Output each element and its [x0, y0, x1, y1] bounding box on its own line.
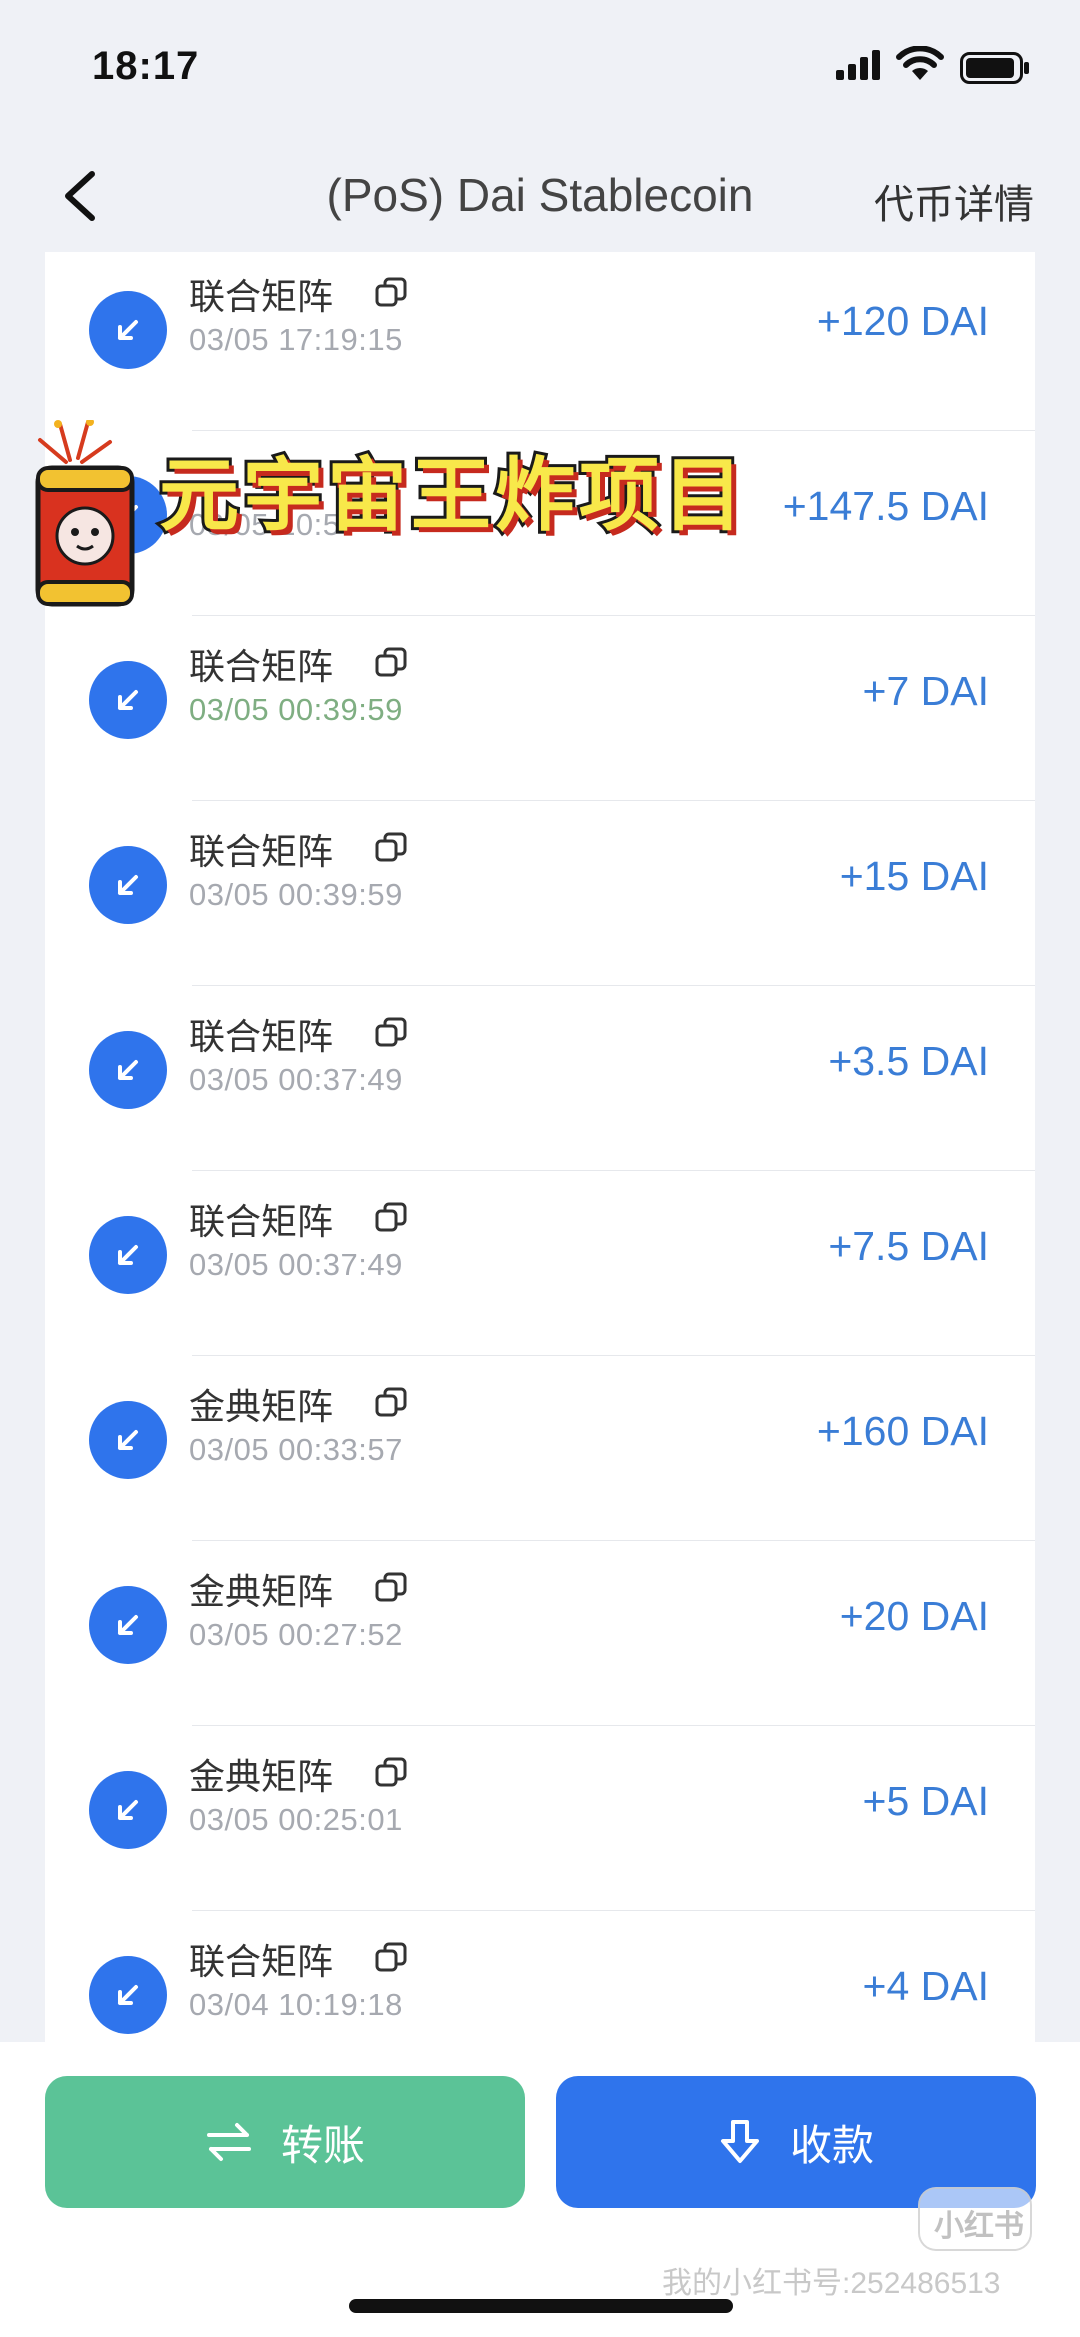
copy-icon[interactable] — [374, 1201, 408, 1240]
transaction-time: 03/05 00:25:01 — [189, 1802, 403, 1837]
transaction-row[interactable]: 金典矩阵 03/05 00:25:01 +5 DAI — [45, 1726, 1035, 1911]
incoming-arrow-icon — [89, 661, 167, 739]
navigation-bar: (PoS) Dai Stablecoin 代币详情 — [0, 140, 1080, 250]
download-arrow-icon — [720, 2120, 759, 2163]
watermark-id: 我的小红书号:252486513 — [662, 2267, 1001, 2300]
home-indicator[interactable] — [349, 2299, 733, 2313]
copy-icon[interactable] — [374, 1571, 408, 1610]
copy-icon[interactable] — [374, 831, 408, 870]
copy-icon[interactable] — [374, 1941, 408, 1980]
transaction-row[interactable]: 联合矩阵 03/05 00:39:59 +15 DAI — [45, 801, 1035, 986]
transaction-row[interactable]: 联合矩阵 03/05 00:37:49 +3.5 DAI — [45, 986, 1035, 1171]
transaction-time: 03/05 17:19:15 — [189, 322, 403, 357]
transaction-amount: +7 DAI — [862, 668, 989, 714]
transaction-amount: +15 DAI — [839, 853, 989, 899]
transaction-name: 金典矩阵 — [189, 1756, 334, 1797]
incoming-arrow-icon — [89, 846, 167, 924]
transaction-name: 联合矩阵 — [189, 276, 334, 317]
incoming-arrow-icon — [89, 1401, 167, 1479]
transaction-time: 03/05 00:33:57 — [189, 1432, 403, 1467]
transaction-time: 03/05 10:5 — [189, 507, 341, 542]
transaction-name: 联合矩阵 — [189, 1201, 334, 1242]
watermark-logo-text: 小红书 — [934, 2210, 1024, 2243]
transaction-row[interactable]: 金典矩阵 03/05 00:33:57 +160 DAI — [45, 1356, 1035, 1541]
incoming-arrow-icon — [89, 476, 167, 554]
transaction-time: 03/05 00:39:59 — [189, 692, 403, 727]
transaction-row[interactable]: 联合矩阵 03/04 10:19:18 +4 DAI — [45, 1911, 1035, 2042]
token-detail-link[interactable]: 代币详情 — [874, 172, 1034, 230]
transaction-time: 03/05 00:37:49 — [189, 1247, 403, 1282]
transaction-amount: +20 DAI — [839, 1593, 989, 1639]
incoming-arrow-icon — [89, 1216, 167, 1294]
transaction-amount: +160 DAI — [816, 1408, 989, 1454]
incoming-arrow-icon — [89, 291, 167, 369]
transaction-amount: +147.5 DAI — [782, 483, 989, 529]
transaction-row[interactable]: 03/05 10:5 +147.5 DAI — [45, 431, 1035, 616]
battery-icon — [960, 52, 1030, 89]
transfer-label: 转账 — [280, 2121, 365, 2169]
transaction-name: 联合矩阵 — [189, 831, 334, 872]
swap-arrows-icon — [206, 2123, 251, 2161]
transaction-row[interactable]: 联合矩阵 03/05 00:37:49 +7.5 DAI — [45, 1171, 1035, 1356]
copy-icon[interactable] — [374, 1386, 408, 1425]
receive-label: 收款 — [789, 2121, 874, 2169]
incoming-arrow-icon — [89, 1586, 167, 1664]
transaction-amount: +4 DAI — [862, 1963, 989, 2009]
transaction-amount: +5 DAI — [862, 1778, 989, 1824]
transaction-time: 03/05 00:37:49 — [189, 1062, 403, 1097]
transaction-name: 金典矩阵 — [189, 1571, 334, 1612]
transaction-time: 03/05 00:39:59 — [189, 877, 403, 912]
copy-icon[interactable] — [374, 1756, 408, 1795]
transaction-row[interactable]: 联合矩阵 03/05 17:19:15 +120 DAI — [45, 252, 1035, 431]
transaction-list: 联合矩阵 03/05 17:19:15 +120 DAI 03/05 10:5 … — [45, 252, 1035, 2042]
status-bar: 18:17 — [0, 0, 1080, 140]
transaction-time: 03/04 10:19:18 — [189, 1987, 403, 2022]
incoming-arrow-icon — [89, 1771, 167, 1849]
cellular-signal-icon — [836, 50, 884, 85]
watermark-logo: 小红书 — [918, 2187, 1032, 2251]
incoming-arrow-icon — [89, 1031, 167, 1109]
copy-icon[interactable] — [374, 276, 408, 315]
status-time: 18:17 — [92, 44, 200, 88]
transaction-name: 联合矩阵 — [189, 1016, 334, 1057]
copy-icon[interactable] — [374, 1016, 408, 1055]
transaction-time: 03/05 00:27:52 — [189, 1617, 403, 1652]
transaction-row[interactable]: 联合矩阵 03/05 00:39:59 +7 DAI — [45, 616, 1035, 801]
wifi-icon — [896, 45, 944, 87]
transaction-name: 金典矩阵 — [189, 1386, 334, 1427]
transaction-amount: +7.5 DAI — [828, 1223, 989, 1269]
transaction-row[interactable]: 金典矩阵 03/05 00:27:52 +20 DAI — [45, 1541, 1035, 1726]
copy-icon[interactable] — [374, 646, 408, 685]
transaction-amount: +3.5 DAI — [828, 1038, 989, 1084]
transaction-name: 联合矩阵 — [189, 646, 334, 687]
incoming-arrow-icon — [89, 1956, 167, 2034]
transaction-amount: +120 DAI — [816, 298, 989, 344]
transfer-button[interactable]: 转账 — [45, 2076, 525, 2208]
transaction-name: 联合矩阵 — [189, 1941, 334, 1982]
